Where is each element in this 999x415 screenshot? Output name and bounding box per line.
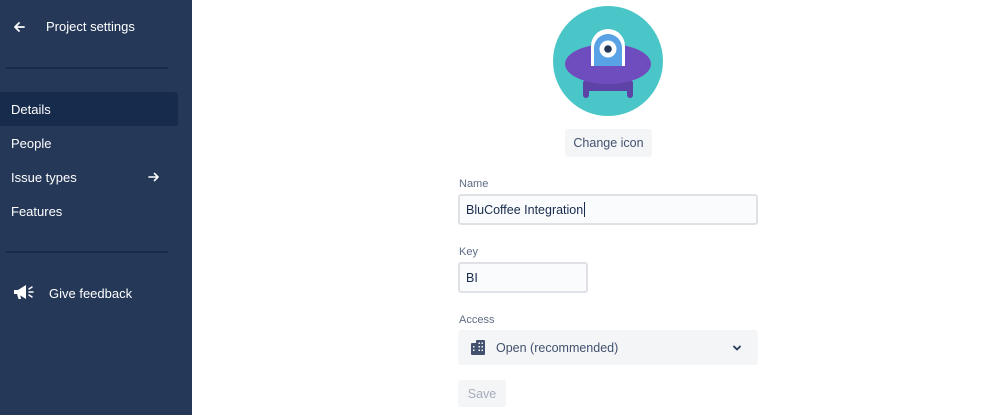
sidebar: Project settings Details People Issue ty… xyxy=(0,0,192,415)
change-icon-button[interactable]: Change icon xyxy=(565,129,652,157)
sidebar-item-label: Issue types xyxy=(11,169,77,185)
megaphone-icon xyxy=(14,285,34,299)
chevron-down-icon xyxy=(733,345,741,351)
sidebar-item-people[interactable]: People xyxy=(0,126,178,160)
access-label: Access xyxy=(459,314,495,326)
arrow-left-icon xyxy=(14,22,25,32)
sidebar-divider xyxy=(6,67,168,69)
name-label: Name xyxy=(459,178,489,190)
sidebar-item-label: People xyxy=(11,135,52,151)
arrow-right-icon xyxy=(148,172,159,182)
access-value: Open (recommended) xyxy=(496,341,619,355)
feedback-label: Give feedback xyxy=(49,286,133,301)
building-icon xyxy=(471,340,485,355)
access-select[interactable]: Open (recommended) xyxy=(458,330,758,365)
sidebar-item-features[interactable]: Features xyxy=(0,194,178,228)
sidebar-item-details[interactable]: Details xyxy=(0,92,178,126)
save-button[interactable]: Save xyxy=(458,380,506,407)
name-field[interactable]: BluCoffee Integration xyxy=(458,194,758,225)
key-field[interactable]: BI xyxy=(458,262,588,293)
name-value: BluCoffee Integration xyxy=(466,202,584,217)
text-cursor xyxy=(584,202,586,217)
sidebar-item-issue-types[interactable]: Issue types xyxy=(0,160,178,194)
key-label: Key xyxy=(459,246,478,258)
sidebar-divider xyxy=(6,251,168,253)
sidebar-item-label: Features xyxy=(11,203,63,219)
sidebar-item-label: Details xyxy=(11,101,51,117)
key-value: BI xyxy=(466,270,478,285)
ufo-avatar-icon xyxy=(553,6,663,116)
give-feedback-button[interactable]: Give feedback xyxy=(0,276,178,310)
back-to-project-button[interactable]: Project settings xyxy=(0,0,192,56)
sidebar-title: Project settings xyxy=(46,19,135,34)
